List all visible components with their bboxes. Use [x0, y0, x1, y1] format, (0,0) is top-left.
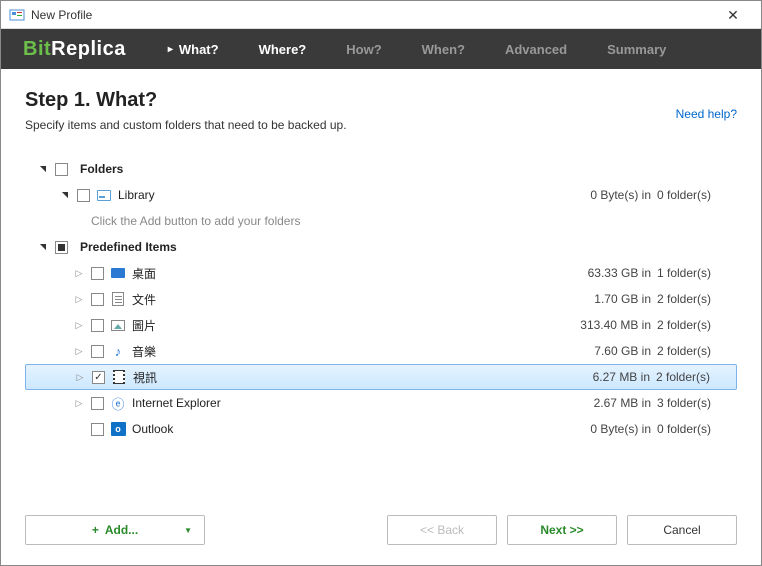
item-video[interactable]: 視訊 6.27 MB in 2 folder(s)	[25, 364, 737, 390]
item-label: Outlook	[132, 422, 173, 436]
step-title: Step 1. What?	[25, 89, 347, 112]
item-folders: 2 folder(s)	[656, 370, 726, 384]
library-row[interactable]: Library 0 Byte(s) in 0 folder(s)	[25, 182, 737, 208]
item-folders: 3 folder(s)	[657, 396, 727, 410]
wizard-tabs: BitReplica What? Where? How? When? Advan…	[1, 29, 761, 69]
add-button[interactable]: + Add... ▼	[25, 515, 205, 545]
expand-icon[interactable]	[73, 294, 85, 305]
library-label: Library	[118, 188, 155, 202]
item-size: 7.60 GB in	[577, 344, 657, 358]
predefined-section-label: Predefined Items	[80, 240, 177, 254]
step-header: Step 1. What? Specify items and custom f…	[25, 89, 737, 132]
item-folders: 1 folder(s)	[657, 266, 727, 280]
expand-icon[interactable]	[73, 320, 85, 331]
item-label: 音樂	[132, 343, 156, 360]
tab-list: What? Where? How? When? Advanced Summary	[148, 29, 687, 69]
add-hint-text: Click the Add button to add your folders	[91, 214, 300, 228]
new-profile-window: New Profile ✕ BitReplica What? Where? Ho…	[0, 0, 762, 566]
expand-icon[interactable]	[59, 190, 71, 200]
step-subtitle: Specify items and custom folders that ne…	[25, 118, 347, 132]
item-size: 0 Byte(s) in	[577, 422, 657, 436]
item-desktop[interactable]: 桌面 63.33 GB in 1 folder(s)	[25, 260, 737, 286]
item-music[interactable]: ♪ 音樂 7.60 GB in 2 folder(s)	[25, 338, 737, 364]
item-checkbox[interactable]	[92, 371, 105, 384]
expand-icon[interactable]	[73, 398, 85, 409]
item-checkbox[interactable]	[91, 345, 104, 358]
help-link[interactable]: Need help?	[676, 107, 737, 121]
item-documents[interactable]: 文件 1.70 GB in 2 folder(s)	[25, 286, 737, 312]
video-icon	[111, 369, 127, 385]
tab-what[interactable]: What?	[148, 29, 239, 69]
item-outlook[interactable]: o Outlook 0 Byte(s) in 0 folder(s)	[25, 416, 737, 442]
expand-icon[interactable]	[37, 164, 49, 174]
cancel-button[interactable]: Cancel	[627, 515, 737, 545]
desktop-icon	[110, 265, 126, 281]
item-checkbox[interactable]	[91, 293, 104, 306]
items-tree: Folders Library 0 Byte(s) in 0 folder(s)…	[25, 156, 737, 489]
library-checkbox[interactable]	[77, 189, 90, 202]
item-size: 1.70 GB in	[577, 292, 657, 306]
item-folders: 2 folder(s)	[657, 292, 727, 306]
ie-icon: ⓔ	[110, 395, 126, 411]
item-label: Internet Explorer	[132, 396, 221, 410]
folders-section-row[interactable]: Folders	[25, 156, 737, 182]
predefined-section-row[interactable]: Predefined Items	[25, 234, 737, 260]
library-icon	[96, 187, 112, 203]
add-button-label: Add...	[105, 523, 138, 537]
item-internet-explorer[interactable]: ⓔ Internet Explorer 2.67 MB in 3 folder(…	[25, 390, 737, 416]
item-checkbox[interactable]	[91, 397, 104, 410]
item-size: 6.27 MB in	[576, 370, 656, 384]
tab-summary[interactable]: Summary	[587, 29, 686, 69]
item-checkbox[interactable]	[91, 267, 104, 280]
titlebar: New Profile ✕	[1, 1, 761, 29]
item-label: 文件	[132, 291, 156, 308]
item-checkbox[interactable]	[91, 423, 104, 436]
expand-icon[interactable]	[73, 268, 85, 279]
document-icon	[110, 291, 126, 307]
outlook-icon: o	[110, 421, 126, 437]
folders-section-label: Folders	[80, 162, 123, 176]
tab-where[interactable]: Where?	[239, 29, 327, 69]
plus-icon: +	[92, 523, 99, 537]
back-button[interactable]: << Back	[387, 515, 497, 545]
tab-how[interactable]: How?	[326, 29, 401, 69]
item-folders: 2 folder(s)	[657, 344, 727, 358]
item-folders: 0 folder(s)	[657, 422, 727, 436]
item-label: 桌面	[132, 265, 156, 282]
item-folders: 2 folder(s)	[657, 318, 727, 332]
chevron-down-icon: ▼	[184, 526, 192, 535]
item-label: 圖片	[132, 317, 156, 334]
folders-checkbox[interactable]	[55, 163, 68, 176]
item-checkbox[interactable]	[91, 319, 104, 332]
expand-icon[interactable]	[73, 346, 85, 357]
tab-advanced[interactable]: Advanced	[485, 29, 587, 69]
brand-logo: BitReplica	[1, 38, 148, 61]
picture-icon	[110, 317, 126, 333]
close-button[interactable]: ✕	[713, 1, 753, 29]
add-hint-row: Click the Add button to add your folders	[25, 208, 737, 234]
item-size: 63.33 GB in	[577, 266, 657, 280]
music-icon: ♪	[110, 343, 126, 359]
item-label: 視訊	[133, 369, 157, 386]
window-title: New Profile	[31, 8, 713, 22]
library-folders: 0 folder(s)	[657, 188, 727, 202]
item-pictures[interactable]: 圖片 313.40 MB in 2 folder(s)	[25, 312, 737, 338]
next-button[interactable]: Next >>	[507, 515, 617, 545]
footer-buttons: + Add... ▼ << Back Next >> Cancel	[1, 503, 761, 565]
item-size: 2.67 MB in	[577, 396, 657, 410]
library-size: 0 Byte(s) in	[577, 188, 657, 202]
expand-icon[interactable]	[37, 242, 49, 252]
app-icon	[9, 7, 25, 23]
item-size: 313.40 MB in	[577, 318, 657, 332]
content-area: Step 1. What? Specify items and custom f…	[1, 69, 761, 503]
predefined-checkbox[interactable]	[55, 241, 68, 254]
expand-icon[interactable]	[74, 372, 86, 383]
tab-when[interactable]: When?	[402, 29, 485, 69]
